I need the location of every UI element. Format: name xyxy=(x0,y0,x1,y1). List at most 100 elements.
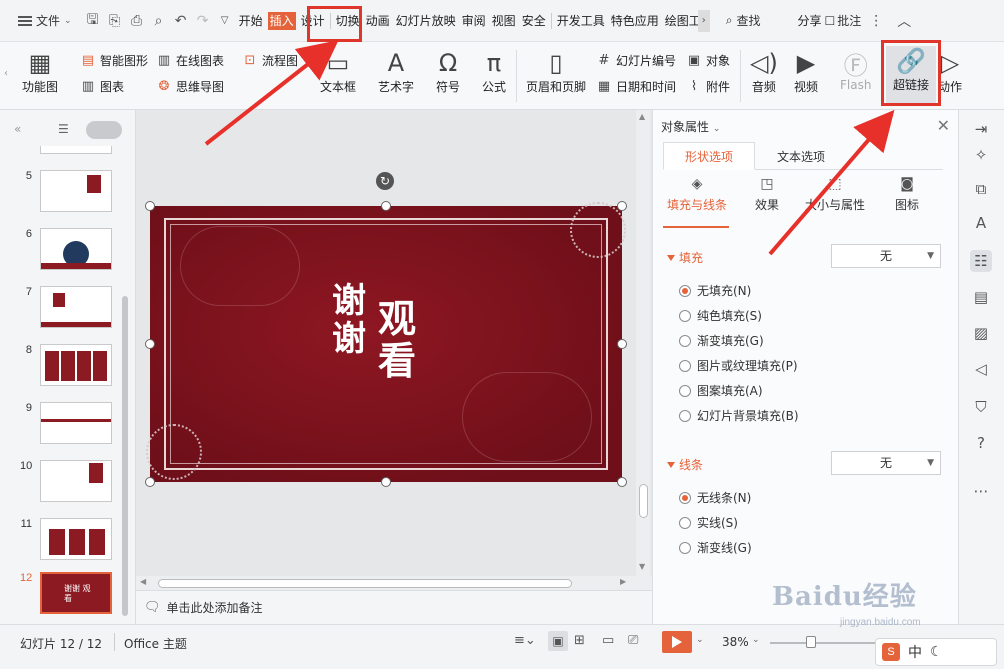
moon-icon[interactable]: ☾ xyxy=(930,644,943,660)
save-icon[interactable]: 🖫 xyxy=(82,10,104,32)
line-section-title[interactable]: 线条 xyxy=(667,456,703,473)
action-button[interactable]: ▷ 动作 xyxy=(938,48,962,95)
share-button[interactable]: 分享 xyxy=(794,0,824,42)
grid-view-icon[interactable]: ⊞ xyxy=(574,633,585,648)
fill-option-none[interactable]: 无填充(N) xyxy=(679,282,751,299)
presenter-view-icon[interactable]: ⎚ xyxy=(628,633,638,648)
subtab-size[interactable]: ⬚ 大小与属性 xyxy=(805,176,865,213)
fill-option-slide-background[interactable]: 幻灯片背景填充(B) xyxy=(679,407,799,424)
zoom-slider[interactable] xyxy=(770,642,890,644)
tab-animation[interactable]: 动画 xyxy=(363,0,393,42)
properties-icon[interactable]: ☷ xyxy=(970,250,992,272)
radio-selected[interactable] xyxy=(679,284,691,297)
tab-shape-options[interactable]: 形状选项 xyxy=(663,142,755,170)
resize-handle[interactable] xyxy=(145,339,155,349)
attachment-button[interactable]: ⌇ 附件 xyxy=(686,78,730,95)
video-button[interactable]: ▶ 视频 xyxy=(794,48,818,95)
fill-dropdown[interactable]: 无 ▼ xyxy=(831,244,941,268)
online-chart-button[interactable]: ▥ 在线图表 xyxy=(156,52,224,69)
image-icon[interactable]: ▨ xyxy=(970,322,992,344)
tab-view[interactable]: 视图 xyxy=(489,0,519,42)
audio-button[interactable]: ◁) 音频 xyxy=(750,48,778,95)
scroll-left-icon[interactable]: ◀ xyxy=(140,577,146,586)
tab-insert[interactable]: 插入 xyxy=(267,11,296,30)
tab-review[interactable]: 审阅 xyxy=(459,0,489,42)
redo-icon[interactable]: ↷ xyxy=(192,10,214,32)
datetime-button[interactable]: ▦ 日期和时间 xyxy=(596,78,676,95)
input-method-toolbar[interactable]: S 中 ☾ xyxy=(875,638,997,666)
export-pdf-icon[interactable]: ⎘ xyxy=(104,10,126,32)
textbox-button[interactable]: ▭ 文本框 xyxy=(320,48,356,95)
text-style-icon[interactable]: A xyxy=(970,212,992,234)
radio[interactable] xyxy=(679,516,691,529)
thumbnail-slide-7[interactable]: 7 xyxy=(20,286,112,328)
expand-pane-icon[interactable]: ⇥ xyxy=(970,118,992,140)
print-preview-icon[interactable]: ⌕ xyxy=(148,10,170,32)
archive-icon[interactable]: ▤ xyxy=(970,286,992,308)
thumbnail-slide-5[interactable]: 5 xyxy=(20,170,112,212)
ribbon-scroll-left-icon[interactable]: ‹ xyxy=(4,68,8,79)
tab-drawing-tools[interactable]: 绘图工具 xyxy=(662,0,698,42)
resize-handle[interactable] xyxy=(145,477,155,487)
radio[interactable] xyxy=(679,359,691,372)
resize-handle[interactable] xyxy=(145,201,155,211)
normal-view-icon[interactable]: ▣ xyxy=(548,631,568,651)
radio[interactable] xyxy=(679,409,691,422)
radio[interactable] xyxy=(679,309,691,322)
canvas-horizontal-scrollbar[interactable]: ◀ ▶ xyxy=(136,576,652,590)
subtab-fill-line[interactable]: ◈ 填充与线条 xyxy=(667,176,727,213)
collapse-ribbon-icon[interactable]: ︿ xyxy=(893,10,915,32)
resize-handle[interactable] xyxy=(381,477,391,487)
mind-map-button[interactable]: ❂ 思维导图 xyxy=(156,78,224,95)
vertical-scroll-thumb[interactable] xyxy=(639,484,648,518)
print-icon[interactable]: ⎙ xyxy=(126,10,148,32)
line-dropdown[interactable]: 无 ▼ xyxy=(831,451,941,475)
more-icon[interactable]: ⋯ xyxy=(970,480,992,502)
scroll-up-icon[interactable]: ▲ xyxy=(639,112,645,121)
comment-button[interactable]: ☐ 批注 xyxy=(825,12,862,29)
art-text-button[interactable]: A 艺术字 xyxy=(378,48,414,95)
input-mode-indicator[interactable]: 中 xyxy=(908,642,922,662)
thumbnail-view-icon[interactable] xyxy=(86,121,122,139)
volume-icon[interactable]: ◁ xyxy=(970,358,992,380)
tab-security[interactable]: 安全 xyxy=(519,0,549,42)
chevron-down-icon[interactable]: ⌄ xyxy=(752,635,760,645)
fill-option-gradient[interactable]: 渐变填充(G) xyxy=(679,332,764,349)
magic-icon[interactable]: ✧ xyxy=(970,144,992,166)
radio-selected[interactable] xyxy=(679,491,691,504)
tab-home[interactable]: 开始 xyxy=(236,0,266,42)
panel-header[interactable]: 对象属性 ⌄ xyxy=(661,118,720,135)
more-options-icon[interactable]: ⋮ xyxy=(865,10,887,32)
rotate-handle-icon[interactable]: ↻ xyxy=(376,172,394,190)
customize-toolbar-icon[interactable]: ▽ xyxy=(214,10,236,32)
thumbnail-slide-12[interactable]: 12 谢谢 观看 xyxy=(20,572,112,614)
slide-number-button[interactable]: # 幻灯片编号 xyxy=(596,52,676,69)
radio[interactable] xyxy=(679,334,691,347)
zoom-slider-knob[interactable] xyxy=(806,636,816,648)
file-menu-button[interactable]: 文件 ⌄ xyxy=(0,0,82,42)
more-tabs-icon[interactable]: › xyxy=(697,9,710,32)
fill-option-picture[interactable]: 图片或纹理填充(P) xyxy=(679,357,798,374)
align-menu-icon[interactable]: ≡⌄ xyxy=(514,633,536,648)
function-chart-button[interactable]: ▦ 功能图 xyxy=(22,48,58,95)
resize-handle[interactable] xyxy=(617,339,627,349)
search-button[interactable]: ⌕ 查找 xyxy=(726,12,761,29)
subtab-effect[interactable]: ◳ 效果 xyxy=(755,176,779,213)
scroll-right-icon[interactable]: ▶ xyxy=(620,577,626,586)
thumbnail-slide-10[interactable]: 10 xyxy=(20,460,112,502)
thumbnail-slide-6[interactable]: 6 xyxy=(20,228,112,270)
play-slideshow-button[interactable] xyxy=(662,631,692,653)
fill-option-pattern[interactable]: 图案填充(A) xyxy=(679,382,763,399)
thumbnail-slide-11[interactable]: 11 xyxy=(20,518,112,560)
line-option-none[interactable]: 无线条(N) xyxy=(679,489,751,506)
shield-icon[interactable]: ⛉ xyxy=(970,396,992,418)
notes-area[interactable]: 🗨 单击此处添加备注 xyxy=(136,590,652,624)
chart-button[interactable]: ▥ 图表 xyxy=(80,78,124,95)
fill-option-solid[interactable]: 纯色填充(S) xyxy=(679,307,762,324)
radio[interactable] xyxy=(679,384,691,397)
scroll-down-icon[interactable]: ▼ xyxy=(639,562,645,571)
canvas-vertical-scrollbar[interactable]: ▲ ▼ xyxy=(636,110,650,576)
collapse-panel-icon[interactable]: « xyxy=(14,122,21,136)
chevron-down-icon[interactable]: ⌄ xyxy=(696,635,704,645)
transform-icon[interactable]: ⧉ xyxy=(970,178,992,200)
